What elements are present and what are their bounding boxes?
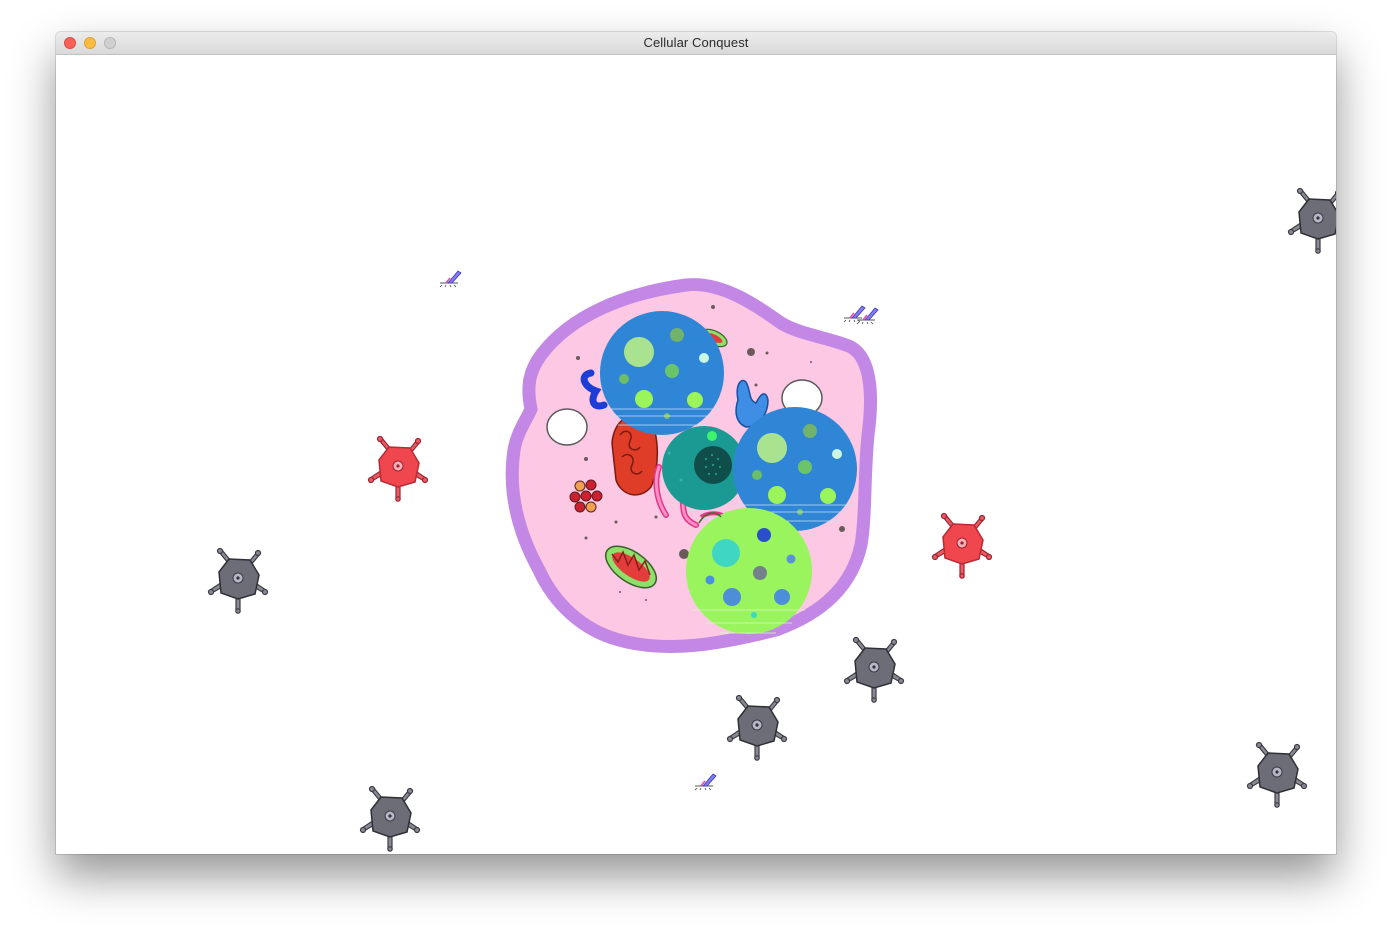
gray-virus-enemy[interactable] (726, 694, 788, 761)
blue-cell-upper[interactable] (599, 310, 725, 436)
gray-virus-enemy[interactable] (207, 547, 269, 614)
gray-virus-enemy[interactable] (359, 785, 421, 852)
gray-virus-enemy[interactable] (843, 636, 905, 703)
gray-virus-enemy[interactable] (1287, 187, 1337, 254)
window-title: Cellular Conquest (643, 35, 749, 50)
red-virus-enemy[interactable] (367, 435, 429, 502)
gray-virus-enemy[interactable] (1246, 741, 1308, 808)
red-virus-enemy[interactable] (931, 512, 993, 579)
app-window: Cellular Conquest (56, 32, 1336, 854)
game-canvas[interactable] (56, 55, 1336, 854)
bacteriophage[interactable] (439, 270, 462, 288)
bacteriophage[interactable] (694, 773, 717, 791)
green-cell[interactable] (686, 508, 812, 634)
title-bar[interactable]: Cellular Conquest (56, 32, 1336, 55)
